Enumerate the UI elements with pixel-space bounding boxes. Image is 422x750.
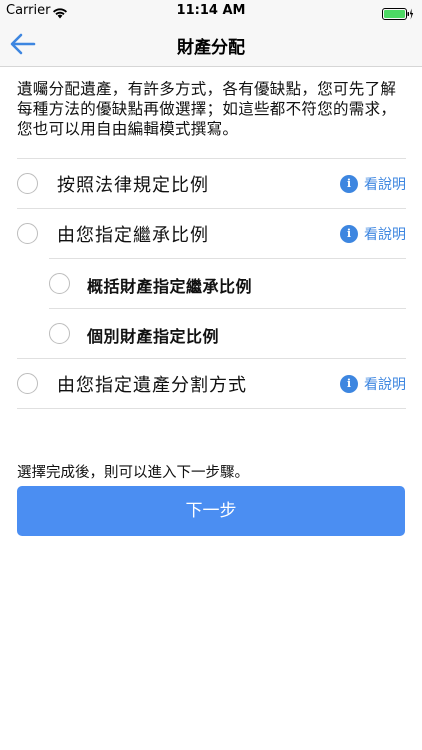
option-label: 由您指定遺產分割方式 bbox=[57, 375, 247, 396]
page-title: 財產分配 bbox=[177, 38, 245, 58]
next-step-button[interactable]: 下一步 bbox=[17, 486, 405, 536]
radio-button[interactable] bbox=[49, 323, 70, 344]
option-specified-division[interactable]: 由您指定遺產分割方式 i 看說明 bbox=[17, 358, 406, 409]
completion-hint: 選擇完成後，則可以進入下一步驟。 bbox=[17, 465, 249, 481]
option-label: 由您指定繼承比例 bbox=[57, 225, 209, 246]
info-link-label: 看說明 bbox=[364, 377, 406, 393]
info-icon: i bbox=[340, 175, 358, 193]
suboption-individual-property-ratio[interactable]: 個別財產指定比例 bbox=[49, 308, 406, 358]
info-icon: i bbox=[340, 225, 358, 243]
option-label: 個別財產指定比例 bbox=[87, 327, 220, 346]
status-bar: Carrier 11:14 AM bbox=[0, 0, 422, 22]
info-link[interactable]: i 看說明 bbox=[340, 224, 406, 244]
radio-button[interactable] bbox=[17, 373, 38, 394]
status-time: 11:14 AM bbox=[176, 3, 246, 18]
option-specified-ratio[interactable]: 由您指定繼承比例 i 看說明 bbox=[17, 208, 406, 258]
radio-button[interactable] bbox=[17, 223, 38, 244]
distribution-options: 按照法律規定比例 i 看說明 由您指定繼承比例 i 看說明 概括財產指定繼承比例… bbox=[17, 158, 406, 409]
option-label: 概括財產指定繼承比例 bbox=[87, 277, 253, 296]
info-icon: i bbox=[340, 375, 358, 393]
option-label: 按照法律規定比例 bbox=[57, 175, 209, 196]
navigation-bar: 財產分配 bbox=[0, 22, 422, 67]
info-link[interactable]: i 看說明 bbox=[340, 174, 406, 194]
info-link-label: 看說明 bbox=[364, 177, 406, 193]
option-legal-ratio[interactable]: 按照法律規定比例 i 看說明 bbox=[17, 158, 406, 208]
radio-button[interactable] bbox=[17, 173, 38, 194]
intro-text: 遺囑分配遺產，有許多方式，各有優缺點，您可先了解每種方法的優缺點再做選擇；如這些… bbox=[17, 80, 397, 138]
radio-button[interactable] bbox=[49, 273, 70, 294]
info-link-label: 看說明 bbox=[364, 227, 406, 243]
info-link[interactable]: i 看說明 bbox=[340, 374, 406, 394]
suboption-general-property-ratio[interactable]: 概括財產指定繼承比例 bbox=[49, 258, 406, 308]
